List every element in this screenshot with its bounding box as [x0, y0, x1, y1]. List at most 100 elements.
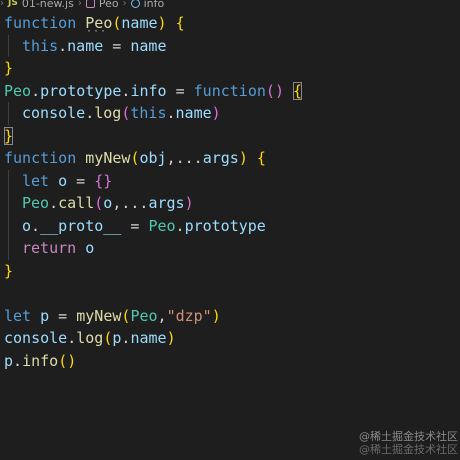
paren-close: ) — [238, 149, 248, 167]
js-file-icon: JS — [8, 0, 18, 8]
code-line-12: } — [4, 260, 460, 283]
identifier-o: o — [85, 239, 95, 257]
dot: . — [31, 81, 41, 100]
watermark-line-2: @稀土掘金技术社区 — [359, 443, 458, 456]
paren-open: ( — [94, 194, 104, 212]
method-log: log — [94, 104, 122, 122]
brace-close: } — [4, 59, 14, 77]
keyword-function: function — [4, 14, 77, 32]
breadcrumb: › JS 01-new.js › Peo › info — [0, 0, 164, 10]
dot: . — [58, 36, 68, 55]
identifier-peo: Peo — [22, 194, 50, 212]
dot: . — [175, 216, 185, 235]
keyword-function: function — [193, 81, 266, 100]
identifier-console: console — [22, 104, 86, 122]
identifier-p: p — [40, 306, 50, 325]
string-dzp: "dzp" — [166, 306, 212, 325]
identifier-peo: Peo — [148, 216, 176, 235]
identifier-o: o — [103, 194, 113, 212]
code-line-10: o.__proto__ = Peo.prototype — [4, 214, 460, 237]
paren-open: ( — [265, 81, 275, 100]
property-prototype: prototype — [40, 81, 122, 100]
paren-close: ) — [184, 194, 194, 212]
method-call: call — [58, 194, 95, 212]
property-info: info — [130, 81, 167, 100]
keyword-function: function — [4, 149, 77, 167]
indent-guide — [8, 34, 9, 57]
paren-close: ) — [211, 104, 221, 122]
brace-close: } — [4, 261, 14, 280]
identifier-peo: Peo — [4, 81, 32, 100]
code-line-4: Peo.prototype.info = function() { — [4, 80, 460, 103]
code-line-6: } — [4, 125, 460, 148]
keyword-let: let — [22, 171, 50, 190]
property-name: name — [130, 329, 167, 347]
code-area[interactable]: function Peo(name) { this.name = name } … — [4, 12, 460, 372]
property-name: name — [67, 36, 104, 55]
property-prototype: prototype — [184, 216, 266, 235]
dot: . — [166, 104, 176, 122]
identifier-o: o — [22, 216, 32, 235]
brace-open: { — [94, 171, 104, 190]
code-line-9: Peo.call(o,...args) — [4, 192, 460, 215]
code-line-5: console.log(this.name) — [4, 102, 460, 125]
indent-guide — [8, 214, 9, 237]
keyword-return: return — [22, 239, 77, 257]
code-line-2: this.name = name — [4, 34, 460, 57]
spread-op: ... — [121, 194, 149, 212]
indent-guide — [8, 192, 9, 215]
indent-guide — [8, 102, 9, 125]
breadcrumb-separator: › — [122, 0, 127, 9]
brace-close: } — [103, 171, 113, 190]
paren-close: ) — [211, 306, 221, 325]
brace-open: { — [256, 149, 266, 167]
identifier-console: console — [4, 329, 68, 347]
breadcrumb-separator: › — [0, 0, 4, 9]
code-line-8: let o = {} — [4, 169, 460, 192]
identifier-mynew: myNew — [85, 149, 131, 167]
code-line-7: function myNew(obj,...args) { — [4, 147, 460, 170]
code-editor[interactable]: › JS 01-new.js › Peo › info ··· function… — [0, 0, 460, 460]
comma: , — [166, 149, 176, 167]
method-log: log — [76, 329, 104, 347]
brace-close-matched: } — [4, 126, 14, 145]
dot: . — [31, 216, 41, 235]
keyword-let: let — [4, 306, 32, 325]
param-name: name — [121, 14, 158, 32]
indent-guide — [8, 169, 9, 192]
identifier-peo: Peo — [85, 14, 113, 32]
identifier-p: p — [4, 351, 14, 370]
breadcrumb-file[interactable]: 01-new.js — [22, 0, 74, 10]
brace-open: { — [175, 14, 185, 32]
breadcrumb-member[interactable]: info — [144, 0, 165, 10]
identifier-args: args — [148, 194, 185, 212]
breadcrumb-symbol[interactable]: Peo — [99, 0, 119, 10]
comma: , — [112, 194, 122, 212]
code-line-3: } — [4, 57, 460, 80]
property-icon — [130, 0, 140, 8]
paren-close: ) — [166, 329, 176, 347]
keyword-this: this — [22, 36, 59, 55]
keyword-this: this — [130, 104, 167, 122]
param-args: args — [202, 149, 239, 167]
code-line-1: function Peo(name) { — [4, 12, 460, 35]
object-icon — [85, 0, 95, 8]
paren-open: ( — [58, 351, 68, 370]
property-name: name — [175, 104, 212, 122]
comma: , — [157, 306, 167, 325]
watermark-line-1: @稀土掘金技术社区 — [359, 430, 458, 443]
assign-op: = — [166, 81, 194, 100]
assign-op: = — [121, 216, 149, 235]
paren-close: ) — [157, 14, 167, 32]
code-line-14: let p = myNew(Peo,"dzp") — [4, 305, 460, 328]
dot: . — [13, 351, 23, 370]
code-line-15: console.log(p.name) — [4, 327, 460, 350]
code-line-16: p.info() — [4, 350, 460, 373]
spread-op: ... — [175, 149, 203, 167]
paren-close: ) — [67, 351, 77, 370]
